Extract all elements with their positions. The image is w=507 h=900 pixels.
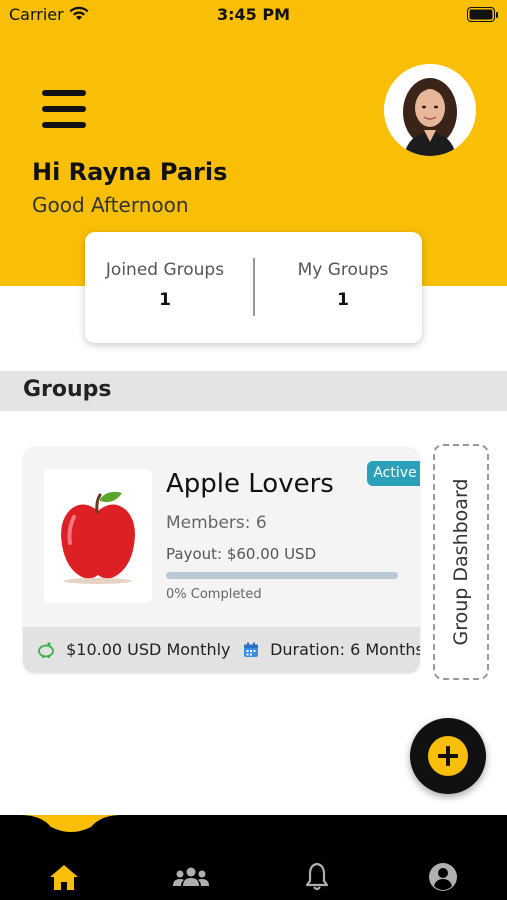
greeting-time-of-day: Good Afternoon (32, 193, 189, 217)
status-time: 3:45 PM (216, 5, 290, 24)
bottom-tab-bar (0, 815, 507, 900)
my-groups-stat[interactable]: My Groups 1 (263, 260, 423, 310)
group-dashboard-label: Group Dashboard (450, 478, 472, 646)
contribution-amount: $10.00 USD Monthly (66, 640, 231, 659)
calendar-icon (243, 640, 270, 659)
piggy-bank-icon (37, 640, 66, 659)
tab-groups[interactable] (171, 857, 211, 897)
group-payout: Payout: $60.00 USD (166, 545, 317, 563)
greeting-name: Hi Rayna Paris (32, 158, 228, 186)
group-name: Apple Lovers (166, 469, 334, 499)
avatar[interactable] (384, 64, 476, 156)
progress-bar (166, 572, 398, 579)
duration-text: Duration: 6 Months (270, 640, 420, 659)
status-bar: Carrier 3:45 PM (0, 0, 507, 30)
tab-profile[interactable] (423, 857, 463, 897)
group-card-footer: $10.00 USD Monthly Duration: 6 Months (23, 627, 420, 673)
my-groups-label: My Groups (297, 260, 389, 280)
tab-notifications[interactable] (297, 857, 337, 897)
groups-section-header: Groups (0, 371, 507, 411)
duration-info: Duration: 6 Months (243, 640, 420, 659)
plus-icon (428, 736, 468, 776)
active-tab-indicator (21, 815, 121, 839)
my-groups-count: 1 (337, 290, 349, 310)
hamburger-menu-icon[interactable] (42, 90, 86, 128)
contribution-info: $10.00 USD Monthly (37, 640, 231, 659)
progress-label: 0% Completed (166, 587, 262, 602)
stats-divider (253, 258, 255, 316)
joined-groups-label: Joined Groups (105, 260, 225, 280)
section-title: Groups (23, 377, 112, 402)
stats-card: Joined Groups 1 My Groups 1 (85, 232, 422, 343)
group-card[interactable]: Apple Lovers Active Members: 6 Payout: $… (23, 447, 420, 673)
tab-home[interactable] (44, 857, 84, 897)
joined-groups-count: 1 (159, 290, 171, 310)
battery-icon (467, 7, 499, 27)
group-dashboard-button[interactable]: Group Dashboard (433, 444, 489, 680)
apple-icon (44, 491, 152, 607)
group-members: Members: 6 (166, 513, 267, 533)
add-group-button[interactable] (410, 718, 486, 794)
joined-groups-stat[interactable]: Joined Groups 1 (85, 260, 245, 310)
status-badge: Active (367, 461, 420, 486)
group-thumbnail (44, 469, 152, 603)
